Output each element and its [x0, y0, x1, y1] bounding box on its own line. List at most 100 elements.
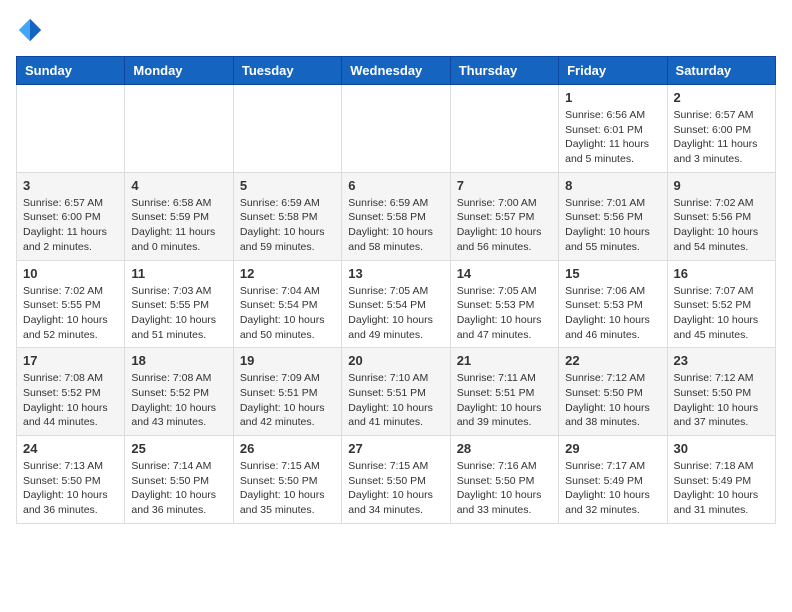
day-number: 3	[23, 178, 118, 193]
day-info: Sunrise: 7:08 AM Sunset: 5:52 PM Dayligh…	[23, 371, 118, 430]
day-number: 24	[23, 441, 118, 456]
day-info: Sunrise: 7:18 AM Sunset: 5:49 PM Dayligh…	[674, 459, 769, 518]
logo	[16, 16, 48, 44]
day-number: 20	[348, 353, 443, 368]
day-info: Sunrise: 6:59 AM Sunset: 5:58 PM Dayligh…	[348, 196, 443, 255]
day-info: Sunrise: 7:05 AM Sunset: 5:53 PM Dayligh…	[457, 284, 552, 343]
weekday-header: Wednesday	[342, 57, 450, 85]
calendar-cell: 13 Sunrise: 7:05 AM Sunset: 5:54 PM Dayli…	[342, 260, 450, 348]
calendar-cell: 26 Sunrise: 7:15 AM Sunset: 5:50 PM Dayli…	[233, 436, 341, 524]
day-number: 27	[348, 441, 443, 456]
calendar-cell: 4 Sunrise: 6:58 AM Sunset: 5:59 PM Daylig…	[125, 172, 233, 260]
calendar-cell: 16Sunrise: 7:07 AM Sunset: 5:52 PM Dayli…	[667, 260, 775, 348]
calendar-cell: 19 Sunrise: 7:09 AM Sunset: 5:51 PM Dayli…	[233, 348, 341, 436]
day-number: 23	[674, 353, 769, 368]
day-number: 21	[457, 353, 552, 368]
calendar-table: SundayMondayTuesdayWednesdayThursdayFrid…	[16, 56, 776, 524]
weekday-header: Monday	[125, 57, 233, 85]
calendar-cell	[342, 85, 450, 173]
day-number: 7	[457, 178, 552, 193]
day-info: Sunrise: 7:15 AM Sunset: 5:50 PM Dayligh…	[348, 459, 443, 518]
day-number: 5	[240, 178, 335, 193]
calendar-cell: 27 Sunrise: 7:15 AM Sunset: 5:50 PM Dayli…	[342, 436, 450, 524]
weekday-header: Sunday	[17, 57, 125, 85]
day-info: Sunrise: 7:16 AM Sunset: 5:50 PM Dayligh…	[457, 459, 552, 518]
day-number: 12	[240, 266, 335, 281]
day-number: 28	[457, 441, 552, 456]
calendar-cell: 20 Sunrise: 7:10 AM Sunset: 5:51 PM Dayli…	[342, 348, 450, 436]
day-info: Sunrise: 7:02 AM Sunset: 5:56 PM Dayligh…	[674, 196, 769, 255]
calendar-cell: 2 Sunrise: 6:57 AM Sunset: 6:00 PM Daylig…	[667, 85, 775, 173]
day-number: 18	[131, 353, 226, 368]
calendar-cell: 17Sunrise: 7:08 AM Sunset: 5:52 PM Dayli…	[17, 348, 125, 436]
day-info: Sunrise: 7:14 AM Sunset: 5:50 PM Dayligh…	[131, 459, 226, 518]
day-number: 11	[131, 266, 226, 281]
day-info: Sunrise: 6:56 AM Sunset: 6:01 PM Dayligh…	[565, 108, 660, 167]
day-info: Sunrise: 7:08 AM Sunset: 5:52 PM Dayligh…	[131, 371, 226, 430]
day-info: Sunrise: 7:10 AM Sunset: 5:51 PM Dayligh…	[348, 371, 443, 430]
day-number: 2	[674, 90, 769, 105]
day-number: 26	[240, 441, 335, 456]
day-number: 13	[348, 266, 443, 281]
day-number: 29	[565, 441, 660, 456]
day-info: Sunrise: 7:13 AM Sunset: 5:50 PM Dayligh…	[23, 459, 118, 518]
calendar-header: SundayMondayTuesdayWednesdayThursdayFrid…	[17, 57, 776, 85]
calendar-cell: 22 Sunrise: 7:12 AM Sunset: 5:50 PM Dayli…	[559, 348, 667, 436]
day-info: Sunrise: 7:01 AM Sunset: 5:56 PM Dayligh…	[565, 196, 660, 255]
calendar-cell: 3 Sunrise: 6:57 AM Sunset: 6:00 PM Daylig…	[17, 172, 125, 260]
calendar-week-row: 10Sunrise: 7:02 AM Sunset: 5:55 PM Dayli…	[17, 260, 776, 348]
calendar-cell: 12 Sunrise: 7:04 AM Sunset: 5:54 PM Dayli…	[233, 260, 341, 348]
day-info: Sunrise: 7:15 AM Sunset: 5:50 PM Dayligh…	[240, 459, 335, 518]
calendar-cell: 14 Sunrise: 7:05 AM Sunset: 5:53 PM Dayli…	[450, 260, 558, 348]
calendar-week-row: 24 Sunrise: 7:13 AM Sunset: 5:50 PM Dayli…	[17, 436, 776, 524]
calendar-cell	[450, 85, 558, 173]
weekday-header: Friday	[559, 57, 667, 85]
day-info: Sunrise: 6:57 AM Sunset: 6:00 PM Dayligh…	[23, 196, 118, 255]
calendar-cell: 7 Sunrise: 7:00 AM Sunset: 5:57 PM Daylig…	[450, 172, 558, 260]
day-number: 15	[565, 266, 660, 281]
page-header	[16, 16, 776, 44]
day-info: Sunrise: 7:12 AM Sunset: 5:50 PM Dayligh…	[674, 371, 769, 430]
day-number: 10	[23, 266, 118, 281]
calendar-cell: 5 Sunrise: 6:59 AM Sunset: 5:58 PM Daylig…	[233, 172, 341, 260]
day-info: Sunrise: 6:57 AM Sunset: 6:00 PM Dayligh…	[674, 108, 769, 167]
day-number: 6	[348, 178, 443, 193]
calendar-cell: 28 Sunrise: 7:16 AM Sunset: 5:50 PM Dayli…	[450, 436, 558, 524]
weekday-header: Tuesday	[233, 57, 341, 85]
day-number: 22	[565, 353, 660, 368]
day-info: Sunrise: 7:12 AM Sunset: 5:50 PM Dayligh…	[565, 371, 660, 430]
calendar-cell: 29 Sunrise: 7:17 AM Sunset: 5:49 PM Dayli…	[559, 436, 667, 524]
calendar-cell: 24 Sunrise: 7:13 AM Sunset: 5:50 PM Dayli…	[17, 436, 125, 524]
calendar-cell	[125, 85, 233, 173]
calendar-cell: 1 Sunrise: 6:56 AM Sunset: 6:01 PM Daylig…	[559, 85, 667, 173]
day-number: 4	[131, 178, 226, 193]
calendar-week-row: 1 Sunrise: 6:56 AM Sunset: 6:01 PM Daylig…	[17, 85, 776, 173]
day-info: Sunrise: 7:00 AM Sunset: 5:57 PM Dayligh…	[457, 196, 552, 255]
calendar-cell: 18 Sunrise: 7:08 AM Sunset: 5:52 PM Dayli…	[125, 348, 233, 436]
day-info: Sunrise: 7:04 AM Sunset: 5:54 PM Dayligh…	[240, 284, 335, 343]
calendar-body: 1 Sunrise: 6:56 AM Sunset: 6:01 PM Daylig…	[17, 85, 776, 524]
calendar-cell	[17, 85, 125, 173]
day-info: Sunrise: 7:06 AM Sunset: 5:53 PM Dayligh…	[565, 284, 660, 343]
day-info: Sunrise: 7:05 AM Sunset: 5:54 PM Dayligh…	[348, 284, 443, 343]
day-number: 19	[240, 353, 335, 368]
day-info: Sunrise: 6:59 AM Sunset: 5:58 PM Dayligh…	[240, 196, 335, 255]
calendar-cell: 10Sunrise: 7:02 AM Sunset: 5:55 PM Dayli…	[17, 260, 125, 348]
day-number: 9	[674, 178, 769, 193]
weekday-header-row: SundayMondayTuesdayWednesdayThursdayFrid…	[17, 57, 776, 85]
day-info: Sunrise: 7:03 AM Sunset: 5:55 PM Dayligh…	[131, 284, 226, 343]
calendar-cell: 25Sunrise: 7:14 AM Sunset: 5:50 PM Dayli…	[125, 436, 233, 524]
day-info: Sunrise: 6:58 AM Sunset: 5:59 PM Dayligh…	[131, 196, 226, 255]
day-info: Sunrise: 7:09 AM Sunset: 5:51 PM Dayligh…	[240, 371, 335, 430]
logo-icon	[16, 16, 44, 44]
calendar-cell: 23 Sunrise: 7:12 AM Sunset: 5:50 PM Dayli…	[667, 348, 775, 436]
day-number: 14	[457, 266, 552, 281]
calendar-cell: 15 Sunrise: 7:06 AM Sunset: 5:53 PM Dayli…	[559, 260, 667, 348]
day-info: Sunrise: 7:17 AM Sunset: 5:49 PM Dayligh…	[565, 459, 660, 518]
calendar-cell: 11 Sunrise: 7:03 AM Sunset: 5:55 PM Dayli…	[125, 260, 233, 348]
day-number: 1	[565, 90, 660, 105]
calendar-week-row: 3 Sunrise: 6:57 AM Sunset: 6:00 PM Daylig…	[17, 172, 776, 260]
weekday-header: Thursday	[450, 57, 558, 85]
weekday-header: Saturday	[667, 57, 775, 85]
day-info: Sunrise: 7:07 AM Sunset: 5:52 PM Dayligh…	[674, 284, 769, 343]
